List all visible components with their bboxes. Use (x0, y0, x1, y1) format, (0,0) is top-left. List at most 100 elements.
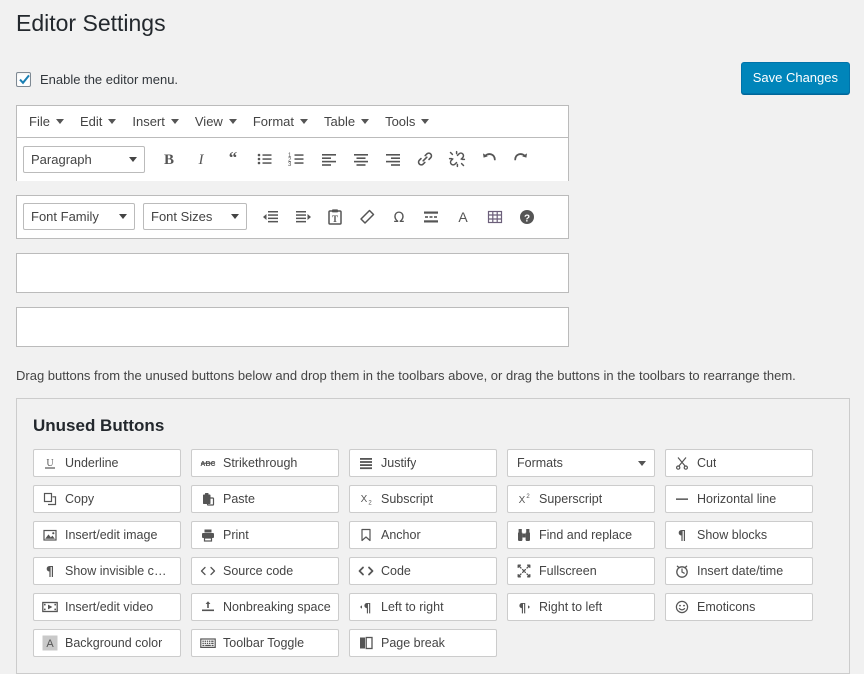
clock-icon (673, 564, 691, 578)
drag-instructions: Drag buttons from the unused buttons bel… (16, 366, 848, 386)
unused-button-horizontal-line[interactable]: Horizontal line (665, 485, 813, 513)
font-size-select[interactable]: Font Sizes (143, 203, 247, 230)
unused-button-label: Subscript (381, 492, 433, 506)
clipboard-icon (199, 492, 217, 506)
unused-button-print[interactable]: Print (191, 521, 339, 549)
unused-button-source-code[interactable]: Source code (191, 557, 339, 585)
enable-editor-menu-row: Enable the editor menu. (16, 69, 848, 91)
unused-button-superscript[interactable]: X 2 Superscript (507, 485, 655, 513)
enable-editor-menu-checkbox[interactable] (16, 72, 31, 87)
svg-text:3: 3 (288, 162, 292, 168)
menu-item-edit[interactable]: Edit (72, 111, 124, 132)
unused-button-insert-edit-image[interactable]: Insert/edit image (33, 521, 181, 549)
unused-button-code[interactable]: Code (349, 557, 497, 585)
unused-button-cut[interactable]: Cut (665, 449, 813, 477)
chevron-down-icon (171, 119, 179, 124)
unlink-button[interactable] (441, 144, 473, 174)
text-color-button[interactable]: A (447, 202, 479, 232)
unused-button-insert-date-time[interactable]: Insert date/time (665, 557, 813, 585)
editor-settings-page: Editor Settings Enable the editor menu. … (0, 0, 864, 641)
link-button[interactable] (409, 144, 441, 174)
table-icon (486, 208, 504, 226)
outdent-button[interactable] (255, 202, 287, 232)
unused-button-strikethrough[interactable]: ABC Strikethrough (191, 449, 339, 477)
background-color-icon: A (41, 635, 59, 651)
redo-button[interactable] (505, 144, 537, 174)
unused-button-underline[interactable]: U Underline (33, 449, 181, 477)
unused-button-label: Print (223, 528, 249, 542)
help-button[interactable]: ? (511, 202, 543, 232)
save-changes-button[interactable]: Save Changes (741, 62, 850, 94)
unused-button-nonbreaking-space[interactable]: Nonbreaking space (191, 593, 339, 621)
unused-button-find-and-replace[interactable]: Find and replace (507, 521, 655, 549)
unused-button-emoticons[interactable]: Emoticons (665, 593, 813, 621)
svg-text:?: ? (524, 213, 530, 224)
help-icon: ? (518, 208, 536, 226)
unused-button-insert-edit-video[interactable]: Insert/edit video (33, 593, 181, 621)
unused-button-fullscreen[interactable]: Fullscreen (507, 557, 655, 585)
menu-item-file[interactable]: File (21, 111, 72, 132)
clear-formatting-button[interactable] (351, 202, 383, 232)
read-more-button[interactable] (415, 202, 447, 232)
unused-button-justify[interactable]: Justify (349, 449, 497, 477)
menu-item-tools[interactable]: Tools (377, 111, 437, 132)
toolbar-dropzone-4[interactable] (16, 307, 569, 347)
unused-button-label: Show blocks (697, 528, 767, 542)
unused-button-background-color[interactable]: A Background color (33, 629, 181, 657)
svg-text:Ω: Ω (394, 210, 405, 226)
align-left-button[interactable] (313, 144, 345, 174)
paragraph-format-select[interactable]: Paragraph (23, 146, 145, 173)
unused-button-right-to-left[interactable]: ¶ Right to left (507, 593, 655, 621)
scissors-icon (673, 456, 691, 470)
unused-buttons-panel: Unused Buttons U Underline ABC (16, 398, 850, 674)
unused-button-copy[interactable]: Copy (33, 485, 181, 513)
bold-button[interactable]: B (153, 144, 185, 174)
redo-icon (512, 150, 530, 168)
chevron-down-icon (421, 119, 429, 124)
unused-buttons-title: Unused Buttons (33, 417, 833, 434)
chevron-down-icon (231, 214, 239, 219)
unused-button-left-to-right[interactable]: ¶ Left to right (349, 593, 497, 621)
unused-button-label: Justify (381, 456, 416, 470)
unused-button-toolbar-toggle[interactable]: Toolbar Toggle (191, 629, 339, 657)
text-color-icon: A (454, 208, 472, 226)
italic-button[interactable]: I (185, 144, 217, 174)
unused-button-subscript[interactable]: X 2 Subscript (349, 485, 497, 513)
menu-item-view[interactable]: View (187, 111, 245, 132)
unused-button-anchor[interactable]: Anchor (349, 521, 497, 549)
unused-button-formats[interactable]: Formats (507, 449, 655, 477)
menu-item-format[interactable]: Format (245, 111, 316, 132)
unused-button-label: Find and replace (539, 528, 632, 542)
enable-editor-menu-label: Enable the editor menu. (40, 73, 178, 86)
indent-button[interactable] (287, 202, 319, 232)
code-brackets-icon (199, 564, 217, 578)
blockquote-button[interactable]: “ (217, 144, 249, 174)
unused-button-label: Left to right (381, 600, 444, 614)
unused-button-label: Background color (65, 636, 162, 650)
numbered-list-button[interactable]: 1 2 3 (281, 144, 313, 174)
special-character-button[interactable]: Ω (383, 202, 415, 232)
unused-button-label: Toolbar Toggle (223, 636, 304, 650)
paste-as-text-button[interactable]: T (319, 202, 351, 232)
align-center-button[interactable] (345, 144, 377, 174)
menu-item-insert[interactable]: Insert (124, 111, 187, 132)
outdent-icon (262, 208, 280, 226)
bullet-list-button[interactable] (249, 144, 281, 174)
font-family-select[interactable]: Font Family (23, 203, 135, 230)
toolbar-dropzone-3[interactable] (16, 253, 569, 293)
align-right-button[interactable] (377, 144, 409, 174)
unused-button-label: Cut (697, 456, 716, 470)
ltr-icon: ¶ (357, 600, 375, 614)
smiley-icon (673, 600, 691, 614)
menu-item-label: View (195, 115, 223, 128)
unused-button-show-blocks[interactable]: ¶ Show blocks (665, 521, 813, 549)
unused-button-page-break[interactable]: Page break (349, 629, 497, 657)
undo-button[interactable] (473, 144, 505, 174)
omega-icon: Ω (390, 208, 408, 226)
menu-item-table[interactable]: Table (316, 111, 377, 132)
image-icon (41, 528, 59, 542)
unused-button-paste[interactable]: Paste (191, 485, 339, 513)
unused-button-show-invisible-characters[interactable]: ¶ Show invisible chara… (33, 557, 181, 585)
table-button[interactable] (479, 202, 511, 232)
chevron-down-icon (638, 461, 646, 466)
